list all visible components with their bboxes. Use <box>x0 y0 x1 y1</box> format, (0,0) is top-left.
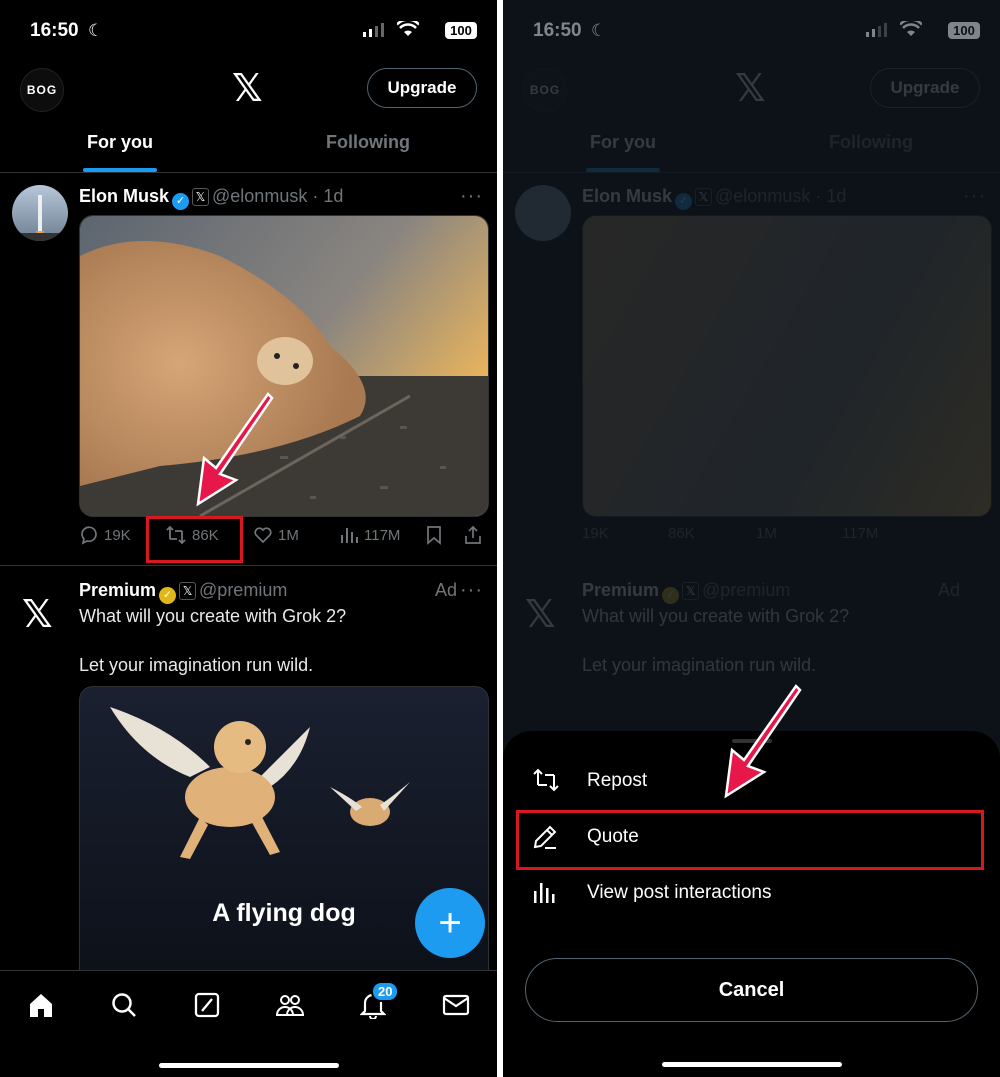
share-icon <box>465 525 481 544</box>
home-indicator <box>661 1062 842 1067</box>
notifications-bell-icon[interactable]: 20 <box>357 981 400 1021</box>
pointer-arrow-icon <box>196 392 274 507</box>
bottom-nav: 20 <box>0 970 497 1077</box>
communities-icon[interactable] <box>274 989 306 1021</box>
compose-fab-button[interactable]: + <box>415 888 485 958</box>
view-interactions-label: View post interactions <box>587 882 772 903</box>
reply-icon <box>81 526 97 545</box>
moon-icon: ☾ <box>88 21 104 40</box>
right-screen: 16:50 ☾ 100 BOG 𝕏 Upgrade For you Follow… <box>503 0 1000 1077</box>
x-affiliate-icon: 𝕏 <box>179 582 197 600</box>
verified-gold-badge-icon: ✓ <box>159 587 177 604</box>
bookmark-button[interactable] <box>425 525 448 545</box>
upgrade-button[interactable]: Upgrade <box>367 68 477 108</box>
dust-storm-dog-image <box>80 216 488 516</box>
author-handle[interactable]: @premium <box>199 580 287 600</box>
like-count: 1M <box>278 526 299 544</box>
quote-highlight-box <box>516 810 984 870</box>
timeline-tabs: For you Following <box>0 120 497 173</box>
author-name[interactable]: Elon Musk <box>79 186 169 206</box>
reply-count: 19K <box>104 526 131 544</box>
bar-chart-icon <box>534 883 555 903</box>
like-button[interactable]: 1M <box>253 525 299 545</box>
bar-chart-icon <box>341 528 358 543</box>
top-bar: BOG 𝕏 Upgrade <box>0 66 497 112</box>
grok-icon[interactable] <box>191 989 223 1021</box>
share-button[interactable] <box>463 525 488 545</box>
messages-mail-icon[interactable] <box>440 989 472 1021</box>
post-text-line2: Let your imagination run wild. <box>79 655 314 675</box>
home-icon[interactable] <box>25 989 57 1021</box>
home-indicator <box>158 1063 339 1068</box>
cancel-button[interactable]: Cancel <box>525 958 978 1022</box>
post-media-image[interactable] <box>79 215 489 517</box>
avatar[interactable] <box>12 185 68 241</box>
tab-following[interactable]: Following <box>326 132 410 153</box>
x-logo-icon: 𝕏 <box>232 68 263 110</box>
post-text-line1: What will you create with Grok 2? <box>79 606 347 626</box>
signal-icon <box>363 23 384 37</box>
avatar-logo-text: BOG <box>26 83 58 97</box>
ad-label: Ad <box>434 580 457 600</box>
heart-icon <box>254 527 272 544</box>
view-count: 117M <box>364 526 401 544</box>
x-logo-icon[interactable]: 𝕏 <box>22 592 53 637</box>
wifi-icon <box>397 21 419 36</box>
more-options-icon[interactable]: ··· <box>460 579 483 602</box>
battery-indicator: 100 <box>445 22 477 39</box>
status-bar: 16:50 ☾ 100 <box>30 18 477 46</box>
author-handle[interactable]: @elonmusk · 1d <box>212 186 343 206</box>
post-actions: 19K 86K 1M 117M <box>79 525 485 549</box>
views-button[interactable]: 117M <box>339 525 400 545</box>
view-interactions-option[interactable]: View post interactions <box>503 869 1000 917</box>
more-options-icon[interactable]: ··· <box>460 185 483 208</box>
repost-icon <box>533 768 559 792</box>
notifications-badge: 20 <box>371 981 400 1002</box>
search-icon[interactable] <box>108 989 140 1021</box>
tab-for-you[interactable]: For you <box>87 132 153 153</box>
verified-badge-icon: ✓ <box>172 193 190 210</box>
rocket-avatar-image <box>12 185 68 241</box>
status-time: 16:50 <box>30 20 79 41</box>
x-affiliate-icon: 𝕏 <box>192 188 210 206</box>
repost-label: Repost <box>587 770 648 791</box>
active-tab-indicator <box>83 168 157 172</box>
bookmark-icon <box>427 526 441 545</box>
reply-button[interactable]: 19K <box>79 525 131 545</box>
pointer-arrow-icon <box>724 684 802 799</box>
author-name[interactable]: Premium <box>79 580 156 600</box>
profile-avatar[interactable]: BOG <box>20 68 64 112</box>
left-screen: 16:50 ☾ 100 BOG 𝕏 Upgrade For you Follow… <box>0 0 497 1077</box>
repost-highlight-box <box>146 516 243 563</box>
